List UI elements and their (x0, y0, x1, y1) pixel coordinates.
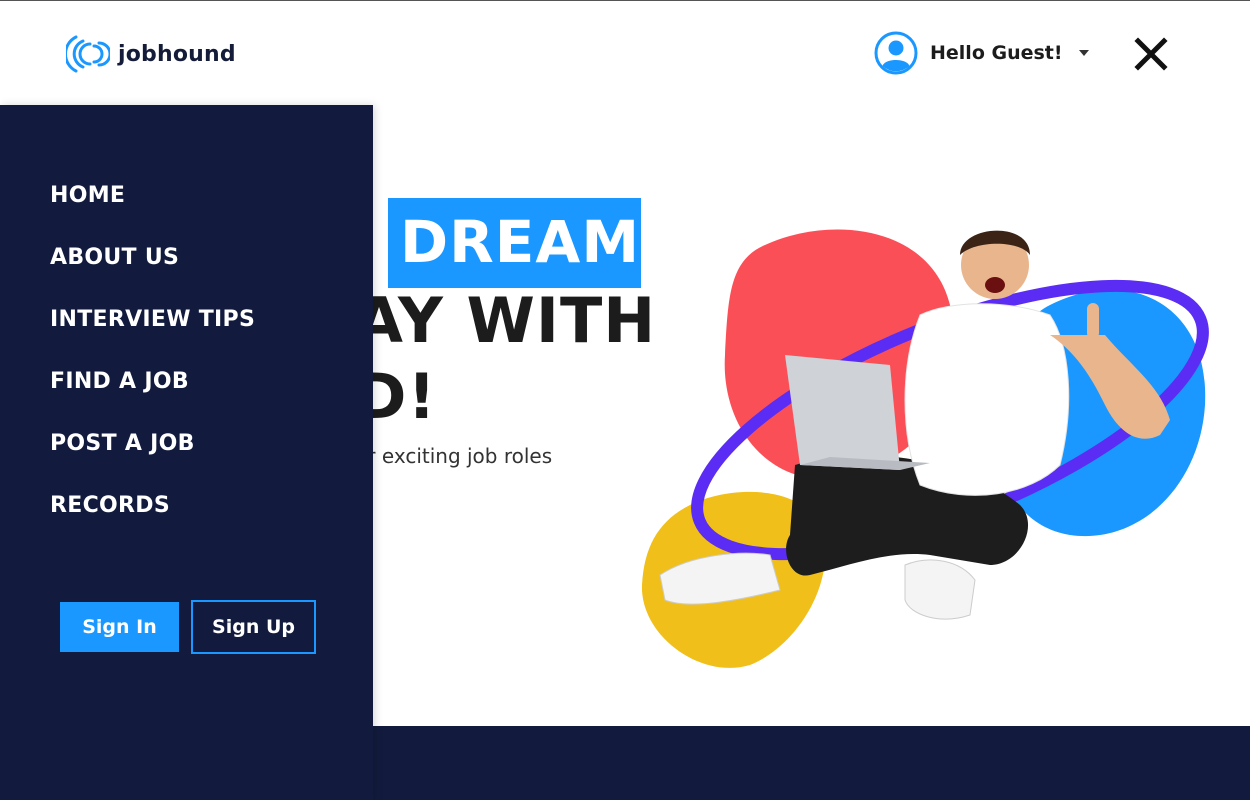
right-shoe (904, 559, 976, 620)
menu-link-interview-tips[interactable]: INTERVIEW TIPS (50, 307, 255, 332)
person-torso (904, 303, 1070, 496)
close-icon[interactable] (1134, 37, 1168, 71)
headline-line-2: AY WITH (355, 284, 657, 357)
brand-name: jobhound (118, 41, 236, 67)
menu-link-post-a-job[interactable]: POST A JOB (50, 431, 195, 456)
menu-link-find-a-job[interactable]: FIND A JOB (50, 369, 189, 394)
menu-link-records[interactable]: RECORDS (50, 493, 170, 518)
sign-in-button[interactable]: Sign In (60, 602, 179, 652)
hero-illustration (641, 229, 1209, 668)
headline-highlight-text: DREAM (400, 208, 641, 276)
menu-item-records: RECORDS (50, 493, 255, 555)
greeting-text: Hello Guest! (930, 42, 1063, 64)
menu-link-about-us[interactable]: ABOUT US (50, 245, 179, 270)
user-menu[interactable]: Hello Guest! (874, 31, 1089, 75)
menu-item-interview-tips: INTERVIEW TIPS (50, 307, 255, 369)
menu-item-find-a-job: FIND A JOB (50, 369, 255, 431)
header: jobhound Hello Guest! (0, 1, 1250, 105)
mouth (985, 277, 1005, 293)
caret-down-icon (1078, 50, 1089, 56)
menu-item-post-a-job: POST A JOB (50, 431, 255, 493)
menu-link-home[interactable]: HOME (50, 183, 125, 208)
menu-item-home: HOME (50, 183, 255, 245)
user-avatar-icon (874, 31, 918, 75)
side-menu: HOME ABOUT US INTERVIEW TIPS FIND A JOB … (0, 105, 373, 800)
logo[interactable]: jobhound (66, 33, 236, 75)
sign-up-button[interactable]: Sign Up (191, 600, 316, 654)
thumb (1087, 303, 1099, 339)
menu-item-about-us: ABOUT US (50, 245, 255, 307)
menu-list: HOME ABOUT US INTERVIEW TIPS FIND A JOB … (50, 183, 255, 555)
laptop (785, 355, 900, 470)
page: jobhound Hello Guest! DREAM AY WITH D! e… (0, 0, 1250, 800)
hero-subtitle: er exciting job roles (355, 444, 553, 468)
waves-logo-icon (66, 35, 110, 73)
